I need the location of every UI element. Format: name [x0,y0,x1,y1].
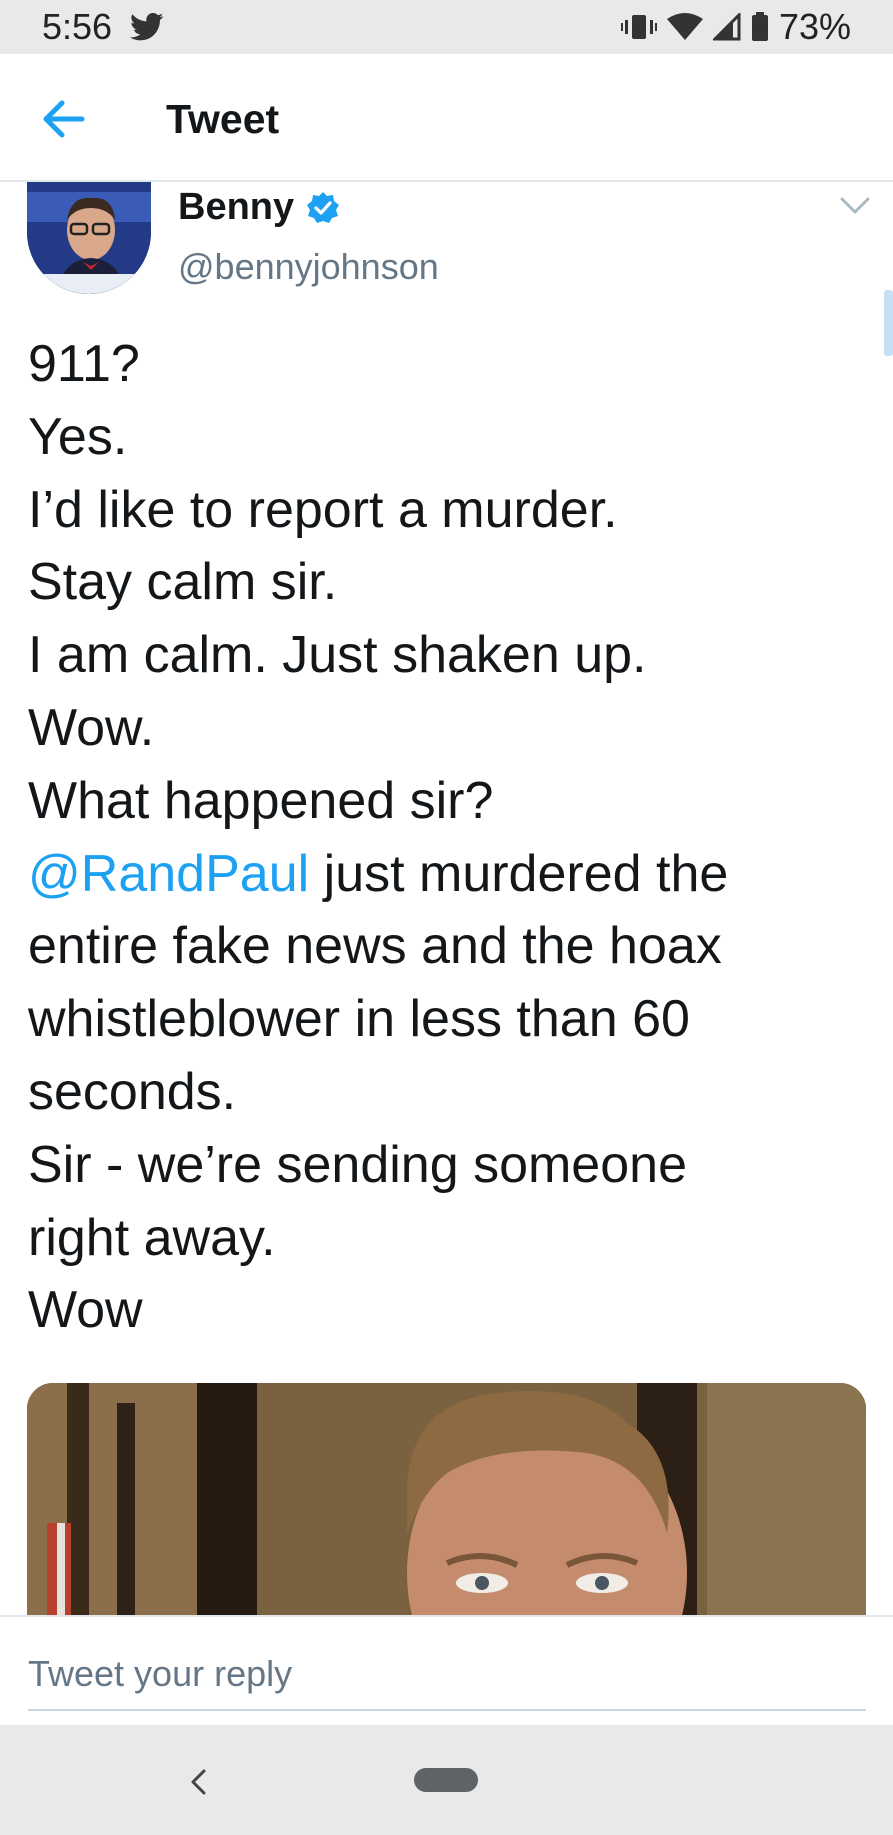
tweet-line: seconds. [28,1062,237,1121]
avatar[interactable] [27,182,151,294]
tweet-line: Yes. [28,407,128,466]
media-thumbnail [27,1383,866,1618]
tweet-line: entire fake news and the hoax [28,917,722,976]
tweet-line: What happened sir? [28,771,494,830]
tweet-line: I’d like to report a murder. [28,480,618,539]
wifi-icon [666,13,703,40]
verified-badge-icon [307,191,340,223]
nav-home-pill[interactable] [414,1768,478,1792]
app-header: Tweet [0,54,893,182]
author-name[interactable]: Benny [178,186,294,229]
status-bar: 5:56 73% [0,0,893,54]
avatar-photo [27,182,151,294]
author-name-row: Benny [178,186,340,229]
tweet-line: Wow [28,1281,143,1340]
twitter-bird-icon [130,12,164,41]
tweet-text: 911? Yes. I’d like to report a murder. S… [28,328,878,1347]
mention-link[interactable]: @RandPaul [28,845,309,903]
tweet-line: Wow. [28,698,155,757]
battery-icon [751,12,768,41]
tweet-line: Stay calm sir. [28,553,338,612]
tweet-line-with-mention: @RandPaul just murdered the [28,838,878,911]
scrollbar-thumb[interactable] [884,290,893,356]
reply-input[interactable] [28,1639,866,1711]
status-time: 5:56 [42,6,113,47]
tweet-line: right away. [28,1208,276,1267]
author-handle[interactable]: @bennyjohnson [178,246,439,288]
tweet-media[interactable] [27,1383,866,1618]
tweet-line-rest: just murdered the [309,844,729,903]
page-title: Tweet [166,96,280,142]
tweet-line: whistleblower in less than 60 [28,990,690,1049]
nav-back-icon[interactable] [186,1767,210,1797]
chevron-down-icon[interactable] [838,194,872,218]
tweet-line: I am calm. Just shaken up. [28,626,647,685]
tweet-line: 911? [28,335,140,393]
tweet-line: Sir - we’re sending someone [28,1135,687,1194]
battery-percent: 73% [778,6,851,47]
vibrate-icon [620,15,657,39]
reply-bar [0,1615,893,1725]
cell-signal-icon [712,13,741,41]
back-arrow-icon[interactable] [40,96,86,142]
